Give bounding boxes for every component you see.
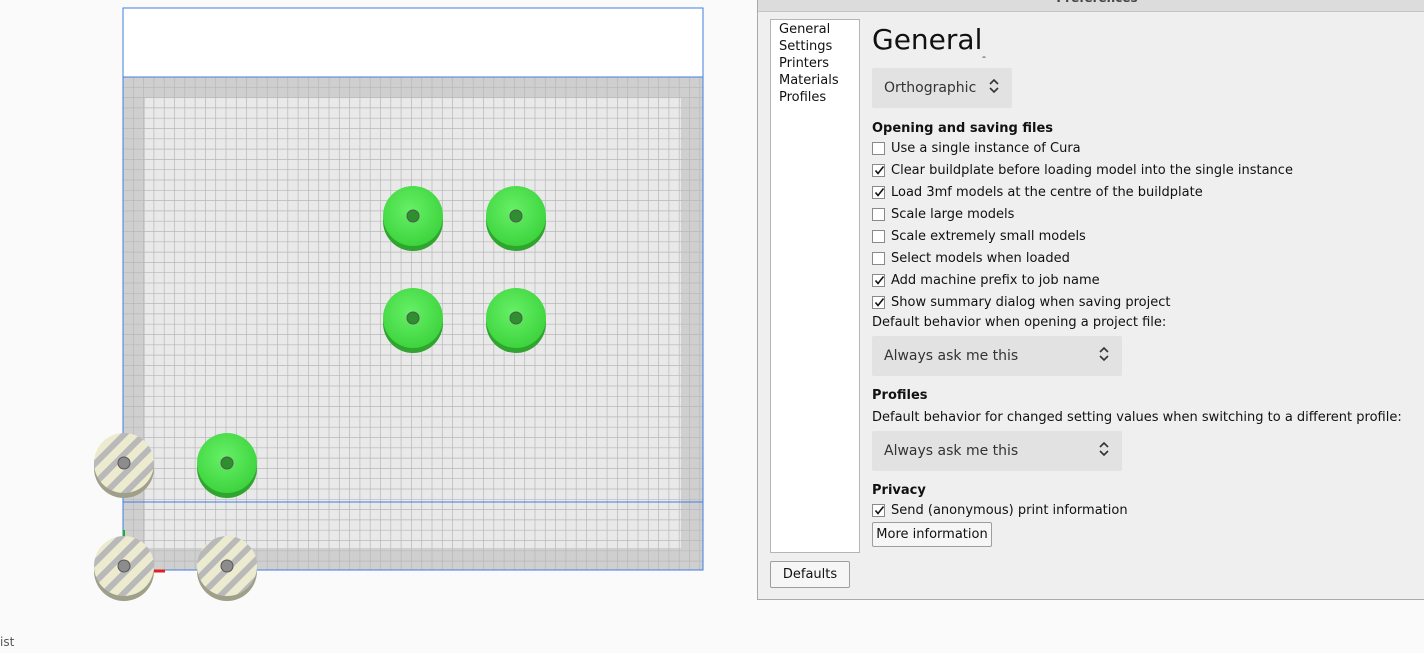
- option-row[interactable]: Use a single instance of Cura: [872, 139, 1081, 157]
- dialog-title: Preferences: [758, 0, 1424, 12]
- model-outside-build-volume[interactable]: [197, 536, 257, 601]
- option-label: Scale large models: [891, 206, 1015, 222]
- preferences-dialog: Preferences General Settings Printers Ma…: [757, 0, 1424, 600]
- option-label: Select models when loaded: [891, 250, 1070, 266]
- option-label: Use a single instance of Cura: [891, 140, 1081, 156]
- opening-saving-heading: Opening and saving files: [872, 121, 1054, 136]
- send-print-info-label: Send (anonymous) print information: [891, 502, 1128, 518]
- model-on-build-plate[interactable]: [383, 186, 443, 251]
- camera-rendering-select[interactable]: Orthographic: [872, 68, 1012, 108]
- project-behavior-value: Always ask me this: [884, 348, 1019, 364]
- option-row[interactable]: Select models when loaded: [872, 249, 1070, 267]
- project-behavior-label: Default behavior when opening a project …: [872, 315, 1167, 330]
- option-checkbox[interactable]: [872, 207, 885, 221]
- option-checkbox[interactable]: [872, 163, 885, 177]
- checkmark-icon: [874, 187, 885, 197]
- status-text-fragment: ist: [0, 635, 15, 649]
- option-checkbox[interactable]: [872, 273, 885, 287]
- send-print-info-row[interactable]: Send (anonymous) print information: [872, 501, 1128, 519]
- model-on-build-plate[interactable]: [197, 433, 257, 498]
- build-plate-scene[interactable]: [0, 0, 757, 653]
- option-row[interactable]: Add machine prefix to job name: [872, 271, 1100, 289]
- option-checkbox[interactable]: [872, 229, 885, 243]
- updown-chevron-icon: [1098, 345, 1110, 367]
- nav-item-profiles[interactable]: Profiles: [779, 89, 859, 106]
- project-behavior-select[interactable]: Always ask me this: [872, 336, 1122, 376]
- option-row[interactable]: Scale extremely small models: [872, 227, 1086, 245]
- preferences-nav-list: General Settings Printers Materials Prof…: [770, 19, 860, 553]
- general-page: General - Orthographic Opening and savin…: [872, 23, 1424, 547]
- build-volume-top: [122, 7, 704, 78]
- option-label: Add machine prefix to job name: [891, 272, 1100, 288]
- updown-chevron-icon: [1098, 440, 1110, 462]
- option-label: Scale extremely small models: [891, 228, 1086, 244]
- checkmark-icon: [874, 165, 885, 175]
- option-checkbox[interactable]: [872, 251, 885, 265]
- option-row[interactable]: Load 3mf models at the centre of the bui…: [872, 183, 1203, 201]
- nav-item-settings[interactable]: Settings: [779, 38, 859, 55]
- model-outside-build-volume[interactable]: [94, 536, 154, 601]
- profiles-behavior-label: Default behavior for changed setting val…: [872, 410, 1402, 425]
- option-row[interactable]: Show summary dialog when saving project: [872, 293, 1171, 311]
- option-checkbox[interactable]: [872, 185, 885, 199]
- option-label: Show summary dialog when saving project: [891, 294, 1171, 310]
- nav-item-printers[interactable]: Printers: [779, 55, 859, 72]
- nav-item-general[interactable]: General: [779, 21, 859, 38]
- model-on-build-plate[interactable]: [486, 186, 546, 251]
- checkmark-icon: [874, 505, 885, 515]
- send-print-info-checkbox[interactable]: [872, 503, 885, 517]
- profiles-heading: Profiles: [872, 388, 928, 403]
- privacy-heading: Privacy: [872, 483, 926, 498]
- updown-chevron-icon: [988, 77, 1000, 99]
- option-checkbox[interactable]: [872, 295, 885, 309]
- more-information-button[interactable]: More information: [872, 522, 992, 547]
- model-on-build-plate[interactable]: [486, 288, 546, 353]
- model-outside-build-volume[interactable]: [94, 433, 154, 498]
- checkmark-icon: [874, 275, 885, 285]
- model-on-build-plate[interactable]: [383, 288, 443, 353]
- nav-item-materials[interactable]: Materials: [779, 72, 859, 89]
- option-row[interactable]: Clear buildplate before loading model in…: [872, 161, 1293, 179]
- profiles-behavior-value: Always ask me this: [884, 443, 1019, 459]
- option-checkbox[interactable]: [872, 141, 885, 155]
- 3d-viewport[interactable]: ist: [0, 0, 757, 653]
- page-title: General: [872, 23, 983, 56]
- option-label: Clear buildplate before loading model in…: [891, 162, 1293, 178]
- defaults-button[interactable]: Defaults: [770, 561, 850, 588]
- camera-rendering-value: Orthographic: [884, 80, 977, 96]
- tick-mark: -: [982, 50, 986, 63]
- checkmark-icon: [874, 297, 885, 307]
- option-row[interactable]: Scale large models: [872, 205, 1014, 223]
- profiles-behavior-select[interactable]: Always ask me this: [872, 431, 1122, 471]
- option-label: Load 3mf models at the centre of the bui…: [891, 184, 1203, 200]
